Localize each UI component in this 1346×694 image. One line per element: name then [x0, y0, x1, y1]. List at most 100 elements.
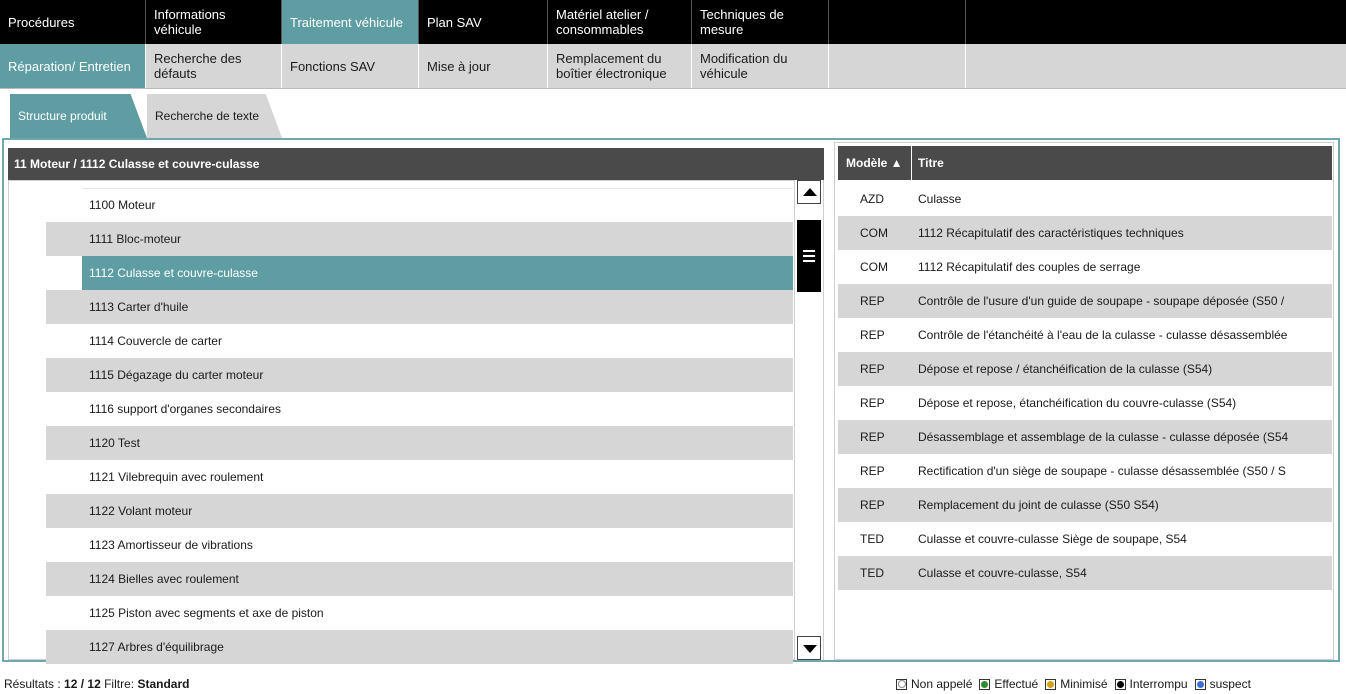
cell-model: REP [860, 328, 885, 342]
col-header-titre[interactable]: Titre [918, 146, 944, 180]
status-legend: Non appelé Effectué Minimisé Interrompu … [896, 676, 1251, 692]
nav-informations-vehicule[interactable]: Informations véhicule [146, 0, 282, 44]
tree-item[interactable]: 1115 Dégazage du carter moteur [46, 358, 793, 392]
grip-icon [803, 250, 815, 252]
subnav-remplacement-boitier[interactable]: Remplacement du boîtier électronique [548, 44, 692, 88]
results-value: 12 / 12 [64, 677, 101, 691]
subnav-fonctions-sav[interactable]: Fonctions SAV [282, 44, 419, 88]
nav-empty-2 [966, 0, 1346, 44]
cell-title: 1112 Récapitulatif des caractéristiques … [918, 226, 1184, 240]
results-label: Résultats : [4, 677, 61, 691]
cell-title: Culasse et couvre-culasse Siège de soupa… [918, 532, 1187, 546]
table-row[interactable]: COM 1112 Récapitulatif des caractéristiqu… [838, 216, 1332, 250]
legend-label: Interrompu [1129, 677, 1188, 691]
scroll-up-button[interactable] [797, 180, 821, 204]
cell-model: REP [860, 498, 885, 512]
legend-label: Effectué [994, 677, 1039, 691]
subnav-reparation-entretien[interactable]: Réparation/ Entretien [0, 44, 146, 88]
arrow-up-icon [803, 188, 817, 196]
cell-title: Culasse [918, 192, 962, 206]
legend-label: Minimisé [1060, 677, 1108, 691]
legend-label: suspect [1209, 677, 1251, 691]
documents-table-header: Modèle ▲ Titre [838, 146, 1332, 180]
grip-icon [803, 260, 815, 262]
table-row[interactable]: REP Désassemblage et assemblage de la cul… [838, 420, 1332, 454]
table-row[interactable]: REP Contrôle de l'étanchéité à l'eau de l… [838, 318, 1332, 352]
product-tree: 1100 Moteur 1111 Bloc-moteur 1112 Culass… [46, 188, 793, 664]
tree-item[interactable]: 1122 Volant moteur [46, 494, 793, 528]
legend-label: Non appelé [911, 677, 973, 691]
cell-model: REP [860, 464, 885, 478]
tree-item[interactable]: 1111 Bloc-moteur [46, 222, 793, 256]
cell-title: Culasse et couvre-culasse, S54 [918, 566, 1087, 580]
cell-title: Désassemblage et assemblage de la culass… [918, 430, 1289, 444]
legend-item: Effectué [979, 676, 1038, 692]
tab-structure-produit[interactable]: Structure produit [10, 94, 147, 138]
sub-nav: Réparation/ Entretien Recherche des défa… [0, 44, 1346, 89]
filter-value: Standard [137, 677, 190, 691]
cell-title: Contrôle de l'usure d'un guide de soupap… [918, 294, 1285, 308]
tree-item[interactable]: 1127 Arbres d'équilibrage [46, 630, 793, 664]
cell-title: 1112 Récapitulatif des couples de serrag… [918, 260, 1141, 274]
grip-icon [803, 255, 815, 257]
table-row[interactable]: REP Dépose et repose / étanchéification d… [838, 352, 1332, 386]
documents-table: AZD Culasse COM 1112 Récapitulatif des car… [838, 182, 1332, 590]
cell-model: REP [860, 294, 885, 308]
scroll-down-button[interactable] [797, 636, 821, 660]
results-status: Résultats : 12 / 12 Filtre: Standard [4, 676, 189, 692]
table-row[interactable]: REP Rectification d'un siège de soupape -… [838, 454, 1332, 488]
scroll-thumb[interactable] [797, 220, 821, 292]
table-row[interactable]: TED Culasse et couvre-culasse, S54 [838, 556, 1332, 590]
status-not-called-icon [896, 678, 907, 690]
legend-item: Interrompu [1114, 676, 1188, 692]
tree-scrollbar[interactable] [794, 180, 823, 660]
legend-item: Minimisé [1045, 676, 1108, 692]
subnav-modification-vehicule[interactable]: Modification du véhicule [692, 44, 829, 88]
subnav-empty-2 [966, 44, 1346, 88]
nav-plan-sav[interactable]: Plan SAV [419, 0, 548, 44]
nav-procedures[interactable]: Procédures [0, 0, 146, 44]
cell-title: Rectification d'un siège de soupape - cu… [918, 464, 1286, 478]
cell-title: Remplacement du joint de culasse (S50 S5… [918, 498, 1159, 512]
cell-model: COM [860, 226, 888, 240]
tab-recherche-texte[interactable]: Recherche de texte [147, 94, 282, 138]
tree-panel-title: 11 Moteur / 1112 Culasse et couvre-culas… [8, 148, 824, 180]
table-row[interactable]: REP Contrôle de l'usure d'un guide de sou… [838, 284, 1332, 318]
status-done-icon [979, 678, 991, 690]
status-interrupted-icon [1114, 678, 1126, 690]
nav-techniques-mesure[interactable]: Techniques de mesure [692, 0, 829, 44]
tree-item[interactable]: 1114 Couvercle de carter [46, 324, 793, 358]
table-row[interactable]: COM 1112 Récapitulatif des couples de ser… [838, 250, 1332, 284]
col-header-modele[interactable]: Modèle ▲ [838, 146, 912, 180]
tree-item[interactable]: 1123 Amortisseur de vibrations [46, 528, 793, 562]
status-suspect-icon [1194, 678, 1206, 690]
tree-item[interactable]: 1116 support d'organes secondaires [46, 392, 793, 426]
status-minimized-icon [1045, 678, 1057, 690]
tree-item[interactable]: 1124 Bielles avec roulement [46, 562, 793, 596]
cell-model: TED [860, 566, 884, 580]
table-row[interactable]: AZD Culasse [838, 182, 1332, 216]
subnav-mise-a-jour[interactable]: Mise à jour [419, 44, 548, 88]
nav-traitement-vehicule[interactable]: Traitement véhicule [282, 0, 419, 44]
table-row[interactable]: TED Culasse et couvre-culasse Siège de so… [838, 522, 1332, 556]
subnav-recherche-defauts[interactable]: Recherche des défauts [146, 44, 282, 88]
cell-title: Dépose et repose, étanchéification du co… [918, 396, 1237, 410]
legend-item: suspect [1194, 676, 1251, 692]
tree-item[interactable]: 1120 Test [46, 426, 793, 460]
nav-empty-1 [829, 0, 966, 44]
tree-item[interactable]: 1113 Carter d'huile [46, 290, 793, 324]
tree-item[interactable]: 1121 Vilebrequin avec roulement [46, 460, 793, 494]
tree-item-selected[interactable]: 1112 Culasse et couvre-culasse [82, 256, 793, 290]
tree-item[interactable]: 1100 Moteur [46, 188, 793, 222]
main-nav: Procédures Informations véhicule Traitem… [0, 0, 1346, 44]
cell-model: REP [860, 396, 885, 410]
arrow-down-icon [803, 645, 817, 653]
table-row[interactable]: REP Dépose et repose, étanchéification du… [838, 386, 1332, 420]
table-row[interactable]: REP Remplacement du joint de culasse (S50… [838, 488, 1332, 522]
tree-item[interactable]: 1125 Piston avec segments et axe de pist… [46, 596, 793, 630]
cell-model: REP [860, 430, 885, 444]
cell-model: REP [860, 362, 885, 376]
cell-model: COM [860, 260, 888, 274]
cell-title: Dépose et repose / étanchéification de l… [918, 362, 1213, 376]
nav-materiel-atelier[interactable]: Matériel atelier / consommables [548, 0, 692, 44]
